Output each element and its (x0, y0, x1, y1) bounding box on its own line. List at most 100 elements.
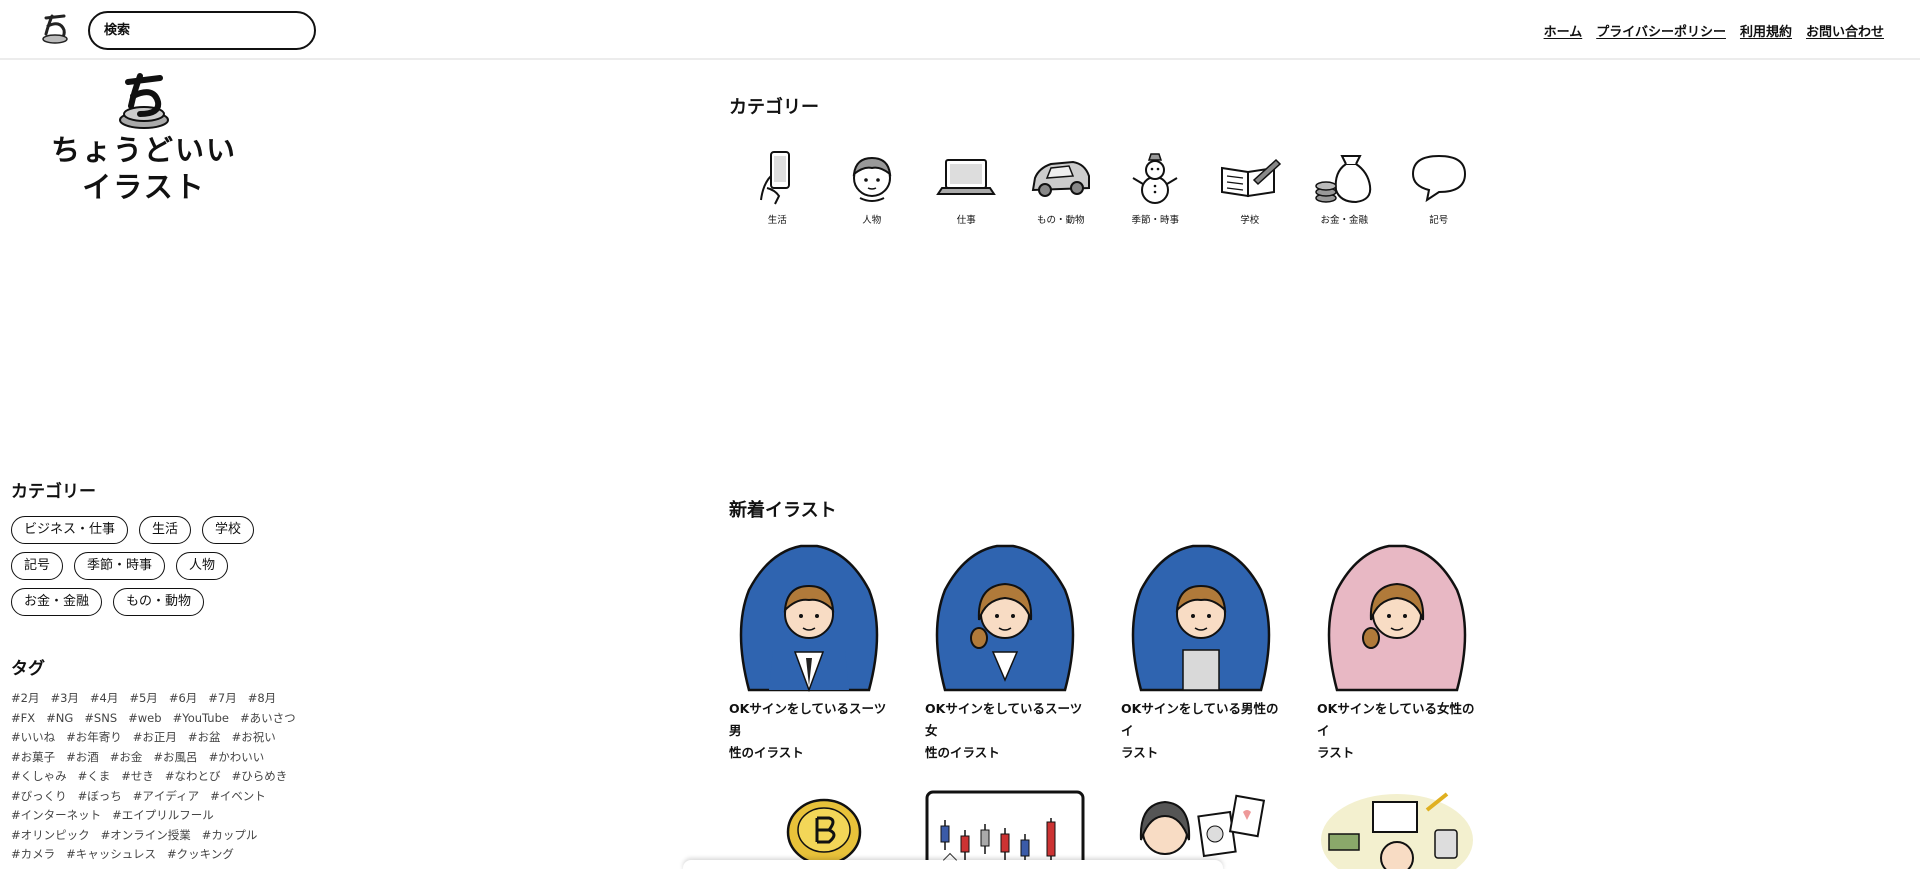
tag-link[interactable]: #クッキング (167, 845, 234, 865)
category-symbols[interactable]: 記号 (1392, 150, 1487, 226)
tag-link[interactable]: #お祝い (232, 728, 276, 748)
category-pill[interactable]: 季節・時事 (74, 552, 166, 580)
illustration-title: OKサインをしている男性のイ ラスト (1121, 701, 1279, 760)
woman-documents-icon (1139, 794, 1266, 858)
tag-link[interactable]: #お年寄り (66, 728, 122, 748)
illustration-card[interactable] (1317, 790, 1477, 869)
category-label: 学校 (1240, 215, 1260, 226)
snowman-icon (1132, 153, 1178, 204)
category-school[interactable]: 学校 (1203, 150, 1298, 226)
site-logo[interactable]: ちょうどいい イラスト (44, 72, 244, 206)
category-life[interactable]: 生活 (730, 150, 825, 226)
tag-link[interactable]: #ぼっち (78, 787, 122, 807)
ok-sign-suit-woman-illustration (935, 544, 1075, 692)
tag-link[interactable]: #カメラ (11, 845, 55, 865)
nav-contact-link[interactable]: お問い合わせ (1806, 21, 1884, 40)
tag-link[interactable]: #5月 (129, 689, 157, 709)
person-face-icon (852, 156, 892, 202)
category-icon-list: 生活 人物 仕事 もの・動物 季節・時事 学校 お金・金融 記号 (730, 150, 1486, 226)
illustration-card[interactable]: OKサインをしているスーツ男 性のイラスト (729, 540, 889, 764)
category-pill[interactable]: ビジネス・仕事 (11, 516, 129, 544)
tag-link[interactable]: #4月 (90, 689, 118, 709)
category-pill[interactable]: 学校 (202, 516, 255, 544)
illustration-card[interactable]: OKサインをしているスーツ女 性のイラスト (925, 540, 1085, 764)
tag-link[interactable]: #イベント (210, 787, 266, 807)
category-pill[interactable]: 生活 (139, 516, 192, 544)
notebook-pencil-icon (1220, 158, 1281, 198)
category-things-animals[interactable]: もの・動物 (1014, 150, 1109, 226)
ok-sign-woman-illustration (1327, 544, 1467, 692)
tag-link[interactable]: #なわとび (165, 767, 221, 787)
tag-link[interactable]: #くま (78, 767, 111, 787)
tag-link[interactable]: #お金 (110, 748, 143, 768)
nav-privacy-link[interactable]: プライバシーポリシー (1596, 21, 1726, 40)
tag-link[interactable]: #YouTube (173, 709, 229, 729)
category-pill[interactable]: 記号 (11, 552, 64, 580)
category-section-heading: カテゴリー (729, 97, 819, 118)
category-pill[interactable]: 人物 (176, 552, 229, 580)
top-nav: ホーム プライバシーポリシー 利用規約 お問い合わせ (1544, 21, 1884, 40)
tag-link[interactable]: #せき (121, 767, 154, 787)
speech-bubble-icon (1411, 154, 1466, 203)
tag-link[interactable]: #2月 (11, 689, 39, 709)
category-label: 生活 (767, 215, 787, 226)
illustration-title: OKサインをしているスーツ女 性のイラスト (925, 701, 1083, 760)
nav-terms-link[interactable]: 利用規約 (1740, 21, 1792, 40)
tag-link[interactable]: #カップル (202, 826, 258, 846)
category-pill[interactable]: お金・金融 (11, 588, 103, 616)
category-work[interactable]: 仕事 (919, 150, 1014, 226)
tag-link[interactable]: #くしゃみ (11, 767, 67, 787)
tag-link[interactable]: #お盆 (188, 728, 221, 748)
bitcoin-coin-icon (786, 798, 862, 866)
tag-link[interactable]: #8月 (248, 689, 276, 709)
category-people[interactable]: 人物 (825, 150, 920, 226)
tag-link[interactable]: #いいね (11, 728, 55, 748)
smartphone-hand-icon (760, 151, 791, 205)
new-illustrations-heading: 新着イラスト (729, 500, 837, 521)
tag-link[interactable]: #お正月 (133, 728, 177, 748)
tag-link[interactable]: #エイプリルフール (112, 806, 214, 826)
illustration-title: OKサインをしている女性のイ ラスト (1317, 701, 1475, 760)
category-pill[interactable]: もの・動物 (113, 588, 205, 616)
scroll-to-top-button[interactable] (683, 852, 1223, 869)
category-label: お金・金融 (1320, 215, 1368, 226)
illustration-card[interactable]: OKサインをしている女性のイ ラスト (1317, 540, 1477, 764)
site-title-line1: ちょうどいい (50, 133, 237, 167)
tag-link[interactable]: #キャッシュレス (66, 845, 156, 865)
tag-link[interactable]: #お菓子 (11, 748, 55, 768)
category-label: 仕事 (956, 215, 976, 226)
tag-link[interactable]: #NG (46, 709, 73, 729)
tag-link[interactable]: #オリンピック (11, 826, 90, 846)
category-label: 季節・時事 (1131, 215, 1179, 226)
illustration-title: OKサインをしているスーツ男 性のイラスト (729, 701, 887, 760)
tag-link[interactable]: #6月 (169, 689, 197, 709)
tag-link[interactable]: #インターネット (11, 806, 101, 826)
tag-link[interactable]: #オンライン授業 (101, 826, 191, 846)
tag-link[interactable]: #アイディア (133, 787, 199, 807)
tag-link[interactable]: #びっくり (11, 787, 67, 807)
search-input[interactable] (88, 11, 316, 50)
tag-link[interactable]: #web (128, 709, 161, 729)
ok-sign-man-illustration (1131, 544, 1271, 692)
sidebar-tag-heading: タグ (11, 659, 45, 679)
category-seasons[interactable]: 季節・時事 (1108, 150, 1203, 226)
category-label: もの・動物 (1036, 215, 1085, 226)
category-money[interactable]: お金・金融 (1297, 150, 1392, 226)
site-logo-icon[interactable] (38, 12, 72, 46)
illustration-card[interactable] (1121, 790, 1281, 869)
nav-home-link[interactable]: ホーム (1544, 21, 1583, 40)
tag-link[interactable]: #かわいい (209, 748, 265, 768)
site-title-line2: イラスト (82, 170, 206, 204)
tag-link[interactable]: #お酒 (66, 748, 99, 768)
tag-link[interactable]: #あいさつ (240, 709, 296, 729)
tag-link[interactable]: #7月 (208, 689, 236, 709)
tag-link[interactable]: #FX (11, 709, 35, 729)
illustration-card[interactable] (729, 790, 889, 869)
tag-link[interactable]: #3月 (50, 689, 78, 709)
illustration-card[interactable]: OKサインをしている男性のイ ラスト (1121, 540, 1281, 764)
tag-link[interactable]: #お風呂 (153, 748, 197, 768)
tag-link[interactable]: #ひらめき (232, 767, 288, 787)
illustration-grid-row2 (729, 790, 1477, 869)
tag-link[interactable]: #SNS (84, 709, 117, 729)
category-label: 記号 (1429, 215, 1449, 226)
